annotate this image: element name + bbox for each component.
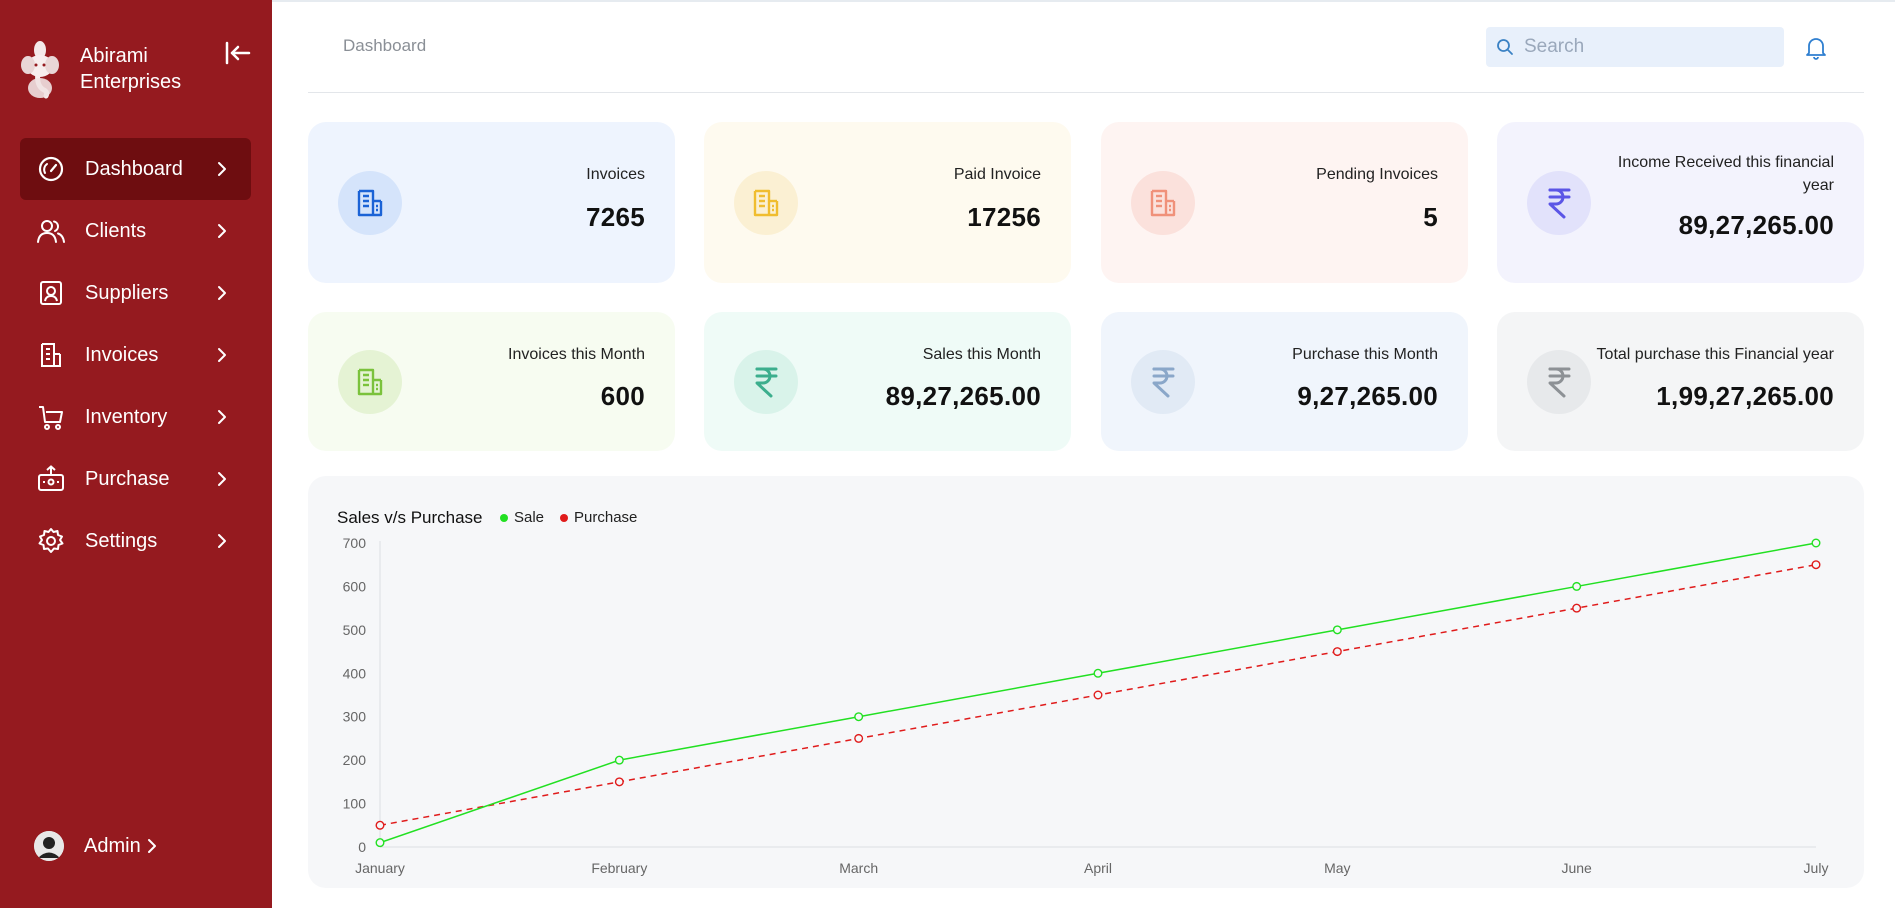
cart-icon xyxy=(36,402,66,432)
sidebar-item-suppliers[interactable]: Suppliers xyxy=(20,262,251,324)
chart-title: Sales v/s Purchase xyxy=(337,508,483,527)
search-box[interactable] xyxy=(1486,27,1784,67)
legend-dot-purchase xyxy=(560,513,569,522)
sidebar-item-purchase[interactable]: Purchase xyxy=(20,448,251,510)
rupee-icon xyxy=(1131,349,1195,414)
app-window: Abirami Enterprises Dashboard Clients Su… xyxy=(0,0,1895,908)
stat-label: Total purchase this Financial year xyxy=(1596,346,1834,363)
chevron-right-icon xyxy=(218,224,226,238)
stat-card[interactable]: Pending Invoices 5 xyxy=(1101,122,1468,283)
stat-value: 17256 xyxy=(967,202,1041,232)
stat-label: Purchase this Month xyxy=(1292,346,1438,363)
header-divider xyxy=(308,92,1864,93)
sidebar-item-label: Inventory xyxy=(85,405,168,428)
stat-label: Invoices xyxy=(586,166,645,183)
users-icon xyxy=(36,216,66,246)
avatar xyxy=(34,831,64,861)
stat-value: 89,27,265.00 xyxy=(885,381,1041,411)
sidebar-item-settings[interactable]: Settings xyxy=(20,510,251,572)
sidebar-item-label: Dashboard xyxy=(85,157,183,180)
stat-label: Pending Invoices xyxy=(1316,166,1438,183)
stat-label: Sales this Month xyxy=(922,346,1041,363)
stat-value: 7265 xyxy=(585,202,645,232)
sidebar-item-invoices[interactable]: Invoices xyxy=(20,324,251,386)
chevron-right-icon xyxy=(218,410,226,424)
sidebar-item-label: Invoices xyxy=(85,343,159,366)
chevron-right-icon xyxy=(218,162,226,176)
stat-value: 9,27,265.00 xyxy=(1297,381,1438,411)
brand-name: Abirami Enterprises xyxy=(80,45,182,93)
sidebar-item-label: Suppliers xyxy=(85,281,169,304)
sidebar-item-inventory[interactable]: Inventory xyxy=(20,386,251,448)
chevron-right-icon xyxy=(147,839,156,853)
contact-card-icon xyxy=(36,278,66,308)
stat-value: 5 xyxy=(1423,202,1438,232)
stat-card[interactable]: Sales this Month 89,27,265.00 xyxy=(704,312,1071,451)
user-menu[interactable]: Admin xyxy=(34,831,159,861)
chevron-right-icon xyxy=(218,472,226,486)
gauge-icon xyxy=(36,154,66,184)
rupee-icon xyxy=(1527,349,1591,414)
sidebar-item-label: Clients xyxy=(85,219,147,242)
legend-label-sale: Sale xyxy=(514,509,545,526)
building-receipt-icon xyxy=(1131,170,1195,235)
stat-label: Income Received this financial year xyxy=(1617,154,1834,194)
stat-card[interactable]: Purchase this Month 9,27,265.00 xyxy=(1101,312,1468,451)
brand: Abirami Enterprises xyxy=(18,38,181,100)
receipt-icon xyxy=(36,340,66,370)
gear-icon xyxy=(36,526,66,556)
legend-dot-sale xyxy=(500,513,508,522)
user-name: Admin xyxy=(84,834,141,857)
sidebar: Abirami Enterprises Dashboard Clients Su… xyxy=(0,0,272,908)
sidebar-nav: Dashboard Clients Suppliers Invoices Inv… xyxy=(20,138,251,572)
rupee-icon xyxy=(734,349,798,414)
stat-card[interactable]: Total purchase this Financial year 1,99,2… xyxy=(1497,312,1864,451)
bell-icon[interactable] xyxy=(1804,35,1828,61)
search-icon xyxy=(1497,39,1513,55)
sidebar-item-label: Settings xyxy=(85,529,158,552)
chart-card xyxy=(308,476,1864,888)
building-receipt-icon xyxy=(338,349,402,414)
stat-value: 1,99,27,265.00 xyxy=(1656,381,1834,411)
chevron-right-icon xyxy=(218,286,226,300)
legend-item-sale[interactable]: Sale xyxy=(500,509,544,526)
stat-value: 600 xyxy=(600,381,645,411)
chart-legend: Sale Purchase xyxy=(500,509,653,526)
sidebar-item-clients[interactable]: Clients xyxy=(20,200,251,262)
top-border xyxy=(272,0,1895,2)
search-input[interactable] xyxy=(1522,35,1772,59)
sidebar-item-dashboard[interactable]: Dashboard xyxy=(20,138,251,200)
purchase-box-icon xyxy=(36,464,66,494)
legend-label-purchase: Purchase xyxy=(574,509,638,526)
chevron-right-icon xyxy=(218,348,226,362)
stat-card[interactable]: Paid Invoice 17256 xyxy=(704,122,1071,283)
rupee-icon xyxy=(1527,170,1591,235)
breadcrumb: Dashboard xyxy=(343,36,427,55)
stat-label: Invoices this Month xyxy=(508,346,645,363)
stat-card[interactable]: Invoices 7265 xyxy=(308,122,675,283)
stat-card[interactable]: Invoices this Month 600 xyxy=(308,312,675,451)
chevron-right-icon xyxy=(218,534,226,548)
stat-label: Paid Invoice xyxy=(953,166,1041,183)
collapse-sidebar-icon[interactable] xyxy=(222,38,252,68)
ganesha-logo-icon xyxy=(21,41,59,99)
stat-value: 89,27,265.00 xyxy=(1678,210,1834,240)
building-receipt-icon xyxy=(734,170,798,235)
building-receipt-icon xyxy=(338,170,402,235)
sidebar-item-label: Purchase xyxy=(85,467,170,490)
legend-item-purchase[interactable]: Purchase xyxy=(560,509,637,526)
stat-card[interactable]: Income Received this financial year 89,27… xyxy=(1497,122,1864,283)
